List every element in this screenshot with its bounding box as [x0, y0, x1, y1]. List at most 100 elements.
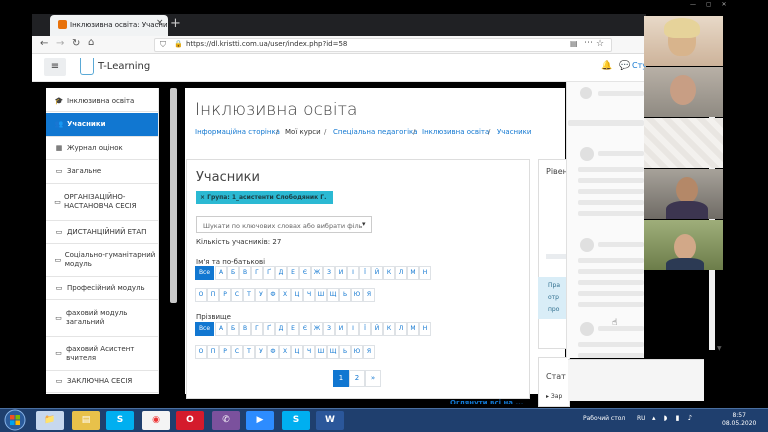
letter-filter[interactable]: И	[335, 322, 347, 336]
letter-filter[interactable]: Е	[287, 266, 299, 280]
sidebar-item[interactable]: 👥 Учасники	[46, 113, 158, 137]
sidebar-item[interactable]: ▭ ДИСТАНЦІЙНИЙ ЕТАП	[46, 221, 158, 244]
breadcrumb-item[interactable]: Спеціальна педагогіка	[333, 128, 418, 136]
letter-filter[interactable]: Б	[227, 266, 239, 280]
tray-icons[interactable]: ▴ ◗ ▮ ♪	[652, 414, 695, 422]
taskbar-zoom-icon[interactable]: ▶	[246, 411, 274, 430]
video-tile-2[interactable]	[644, 67, 723, 117]
url-text[interactable]: https://dl.kristti.com.ua/user/index.php…	[186, 40, 347, 48]
letter-filter[interactable]: М	[407, 322, 419, 336]
letter-filter[interactable]: В	[239, 266, 251, 280]
video-tile-3[interactable]	[644, 118, 723, 168]
letter-filter-all[interactable]: Все	[195, 322, 214, 336]
letter-filter[interactable]: К	[383, 266, 395, 280]
letter-filter[interactable]: А	[215, 266, 227, 280]
letter-filter[interactable]: Н	[419, 322, 431, 336]
letter-filter[interactable]: Р	[219, 345, 231, 359]
letter-filter[interactable]: Х	[279, 288, 291, 302]
letter-filter[interactable]: Щ	[327, 288, 339, 302]
taskbar-explorer-icon[interactable]: 📁	[36, 411, 64, 430]
breadcrumb-item[interactable]: Інформаційна сторінка	[195, 128, 280, 136]
sidebar-item[interactable]: ▦ Журнал оцінок	[46, 137, 158, 160]
letter-filter[interactable]: Й	[371, 266, 383, 280]
letter-filter[interactable]: Ж	[311, 266, 323, 280]
search-input[interactable]: Шукати по ключових словах або вибрати фі…	[196, 216, 372, 233]
video-tile-1[interactable]	[644, 16, 723, 66]
letter-filter[interactable]: Л	[395, 266, 407, 280]
letter-filter[interactable]: Ш	[315, 345, 327, 359]
bell-icon[interactable]: 🔔	[601, 61, 612, 71]
letter-filter-all[interactable]: Все	[195, 266, 214, 280]
page-actions-icon[interactable]: ⋯	[584, 38, 593, 48]
breadcrumb-item[interactable]: Інклюзивна освіта	[422, 128, 489, 136]
letter-filter[interactable]: С	[231, 345, 243, 359]
letter-filter[interactable]: З	[323, 266, 335, 280]
letter-filter[interactable]: Х	[279, 345, 291, 359]
status-block-item[interactable]: ▸ Зар	[546, 393, 562, 400]
group-filter-pill[interactable]: × Група: 1_асистенти Слободяник Г.	[196, 191, 333, 204]
reload-icon[interactable]: ↻	[72, 38, 80, 49]
show-all-link[interactable]: Оглянути всі на ...	[450, 399, 523, 404]
letter-filter[interactable]: Ж	[311, 322, 323, 336]
taskbar-skype-icon[interactable]: S	[106, 411, 134, 430]
letter-filter[interactable]: К	[383, 322, 395, 336]
letter-filter[interactable]: Д	[275, 266, 287, 280]
page-link[interactable]: 1	[333, 370, 349, 387]
letter-filter[interactable]: Ї	[359, 266, 371, 280]
letter-filter[interactable]: Ч	[303, 345, 315, 359]
letter-filter[interactable]: Й	[371, 322, 383, 336]
letter-filter[interactable]: Г	[251, 322, 263, 336]
brand-name[interactable]: T-Learning	[98, 61, 150, 72]
letter-filter[interactable]: Г	[251, 266, 263, 280]
letter-filter[interactable]: Ґ	[263, 266, 275, 280]
letter-filter[interactable]: Ґ	[263, 322, 275, 336]
letter-filter[interactable]: Р	[219, 288, 231, 302]
taskbar-word-icon[interactable]: W	[316, 411, 344, 430]
letter-filter[interactable]: У	[255, 345, 267, 359]
letter-filter[interactable]: Щ	[327, 345, 339, 359]
letter-filter[interactable]: О	[195, 288, 207, 302]
letter-filter[interactable]: У	[255, 288, 267, 302]
letter-filter[interactable]: И	[335, 266, 347, 280]
page-link[interactable]: »	[365, 370, 381, 387]
reader-view-icon[interactable]: ▤	[570, 39, 578, 48]
letter-filter[interactable]: Д	[275, 322, 287, 336]
letter-filter[interactable]: Я	[363, 288, 375, 302]
letter-filter[interactable]: З	[323, 322, 335, 336]
letter-filter[interactable]: І	[347, 322, 359, 336]
taskbar-chrome-icon[interactable]: ◉	[142, 411, 170, 430]
forward-arrow-icon[interactable]: →	[56, 38, 64, 49]
letter-filter[interactable]: О	[195, 345, 207, 359]
sidebar-item[interactable]: ▭ фаховий модуль загальний	[46, 300, 158, 337]
dropdown-caret-icon[interactable]: ▾	[362, 220, 366, 228]
letter-filter[interactable]: Ц	[291, 288, 303, 302]
sidebar-item[interactable]: ▭ Загальне	[46, 160, 158, 184]
letter-filter[interactable]: Т	[243, 345, 255, 359]
lock-icon[interactable]: 🔒	[174, 40, 183, 48]
sidebar-scrollbar[interactable]	[170, 88, 177, 303]
letter-filter[interactable]: І	[347, 266, 359, 280]
tab-close-icon[interactable]: ×	[156, 18, 164, 28]
letter-filter[interactable]: П	[207, 288, 219, 302]
bookmark-star-icon[interactable]: ☆	[596, 39, 604, 49]
letter-filter[interactable]: Т	[243, 288, 255, 302]
letter-filter[interactable]: Є	[299, 266, 311, 280]
video-tile-5[interactable]	[644, 220, 723, 270]
desktop-toolbar-label[interactable]: Рабочий стол	[583, 415, 625, 422]
sidebar-item[interactable]: ▭ Соціально-гуманітарний модуль	[46, 244, 158, 277]
logo-icon[interactable]	[80, 58, 94, 75]
letter-filter[interactable]: Є	[299, 322, 311, 336]
chat-icon[interactable]: 💬	[619, 61, 630, 71]
browser-tab[interactable]: Інклюзивна освіта: Учасники	[50, 15, 168, 36]
letter-filter[interactable]: Я	[363, 345, 375, 359]
taskbar-file-manager-icon[interactable]: ▤	[72, 411, 100, 430]
back-arrow-icon[interactable]: ←	[40, 38, 48, 49]
letter-filter[interactable]: П	[207, 345, 219, 359]
letter-filter[interactable]: Н	[419, 266, 431, 280]
letter-filter[interactable]: Б	[227, 322, 239, 336]
letter-filter[interactable]: А	[215, 322, 227, 336]
letter-filter[interactable]: Ф	[267, 288, 279, 302]
hamburger-menu-icon[interactable]: ≡	[44, 58, 66, 76]
letter-filter[interactable]: Е	[287, 322, 299, 336]
letter-filter[interactable]: Ь	[339, 288, 351, 302]
